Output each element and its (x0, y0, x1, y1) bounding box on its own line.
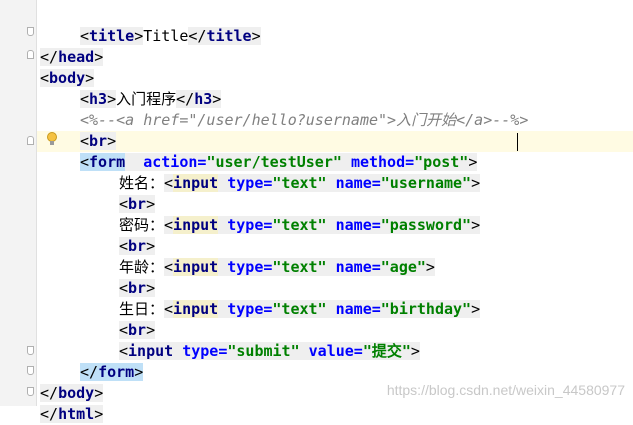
code-line[interactable]: <body> (40, 47, 95, 87)
watermark-text: https://blog.csdn.net/weixin_44580977 (386, 382, 625, 398)
code-line[interactable]: </form> (80, 341, 144, 381)
fold-marker-icon[interactable] (27, 136, 34, 145)
code-line[interactable]: </body> (40, 362, 104, 402)
gutter-divider (36, 0, 37, 406)
code-line[interactable]: <br> (119, 257, 156, 297)
fold-marker-icon[interactable] (27, 366, 34, 375)
lightbulb-icon[interactable] (46, 131, 58, 147)
code-line[interactable]: </html> (40, 383, 104, 423)
fold-marker-icon[interactable] (27, 387, 34, 396)
code-line[interactable]: <br> (119, 299, 156, 339)
code-line[interactable]: 密码：<input type="text" name="password"> (119, 194, 481, 234)
code-line[interactable]: <br> (80, 110, 117, 150)
code-line[interactable]: 姓名：<input type="text" name="username"> (119, 152, 481, 192)
code-line[interactable]: 年龄：<input type="text" name="age"> (119, 236, 435, 276)
code-line[interactable]: <br> (119, 215, 156, 255)
title-text: Title (143, 27, 189, 45)
fold-marker-icon[interactable] (27, 346, 34, 355)
text-caret (517, 133, 518, 151)
code-line-form[interactable]: <form action="user/testUser" method="pos… (80, 131, 478, 171)
code-line[interactable]: 生日：<input type="text" name="birthday"> (119, 278, 481, 318)
code-line[interactable]: <h3>入门程序</h3> (80, 68, 222, 108)
fold-marker-icon[interactable] (27, 50, 34, 59)
code-line[interactable]: </head> (40, 26, 104, 66)
code-line[interactable]: <br> (119, 173, 156, 213)
fold-marker-icon[interactable] (27, 27, 34, 36)
code-line[interactable]: <input type="submit" value="提交"> (119, 320, 420, 360)
code-comment-line[interactable]: <%--<a href="/user/hello?username">入门开始<… (80, 89, 528, 129)
code-line[interactable]: <title>Title</title> (80, 5, 261, 45)
